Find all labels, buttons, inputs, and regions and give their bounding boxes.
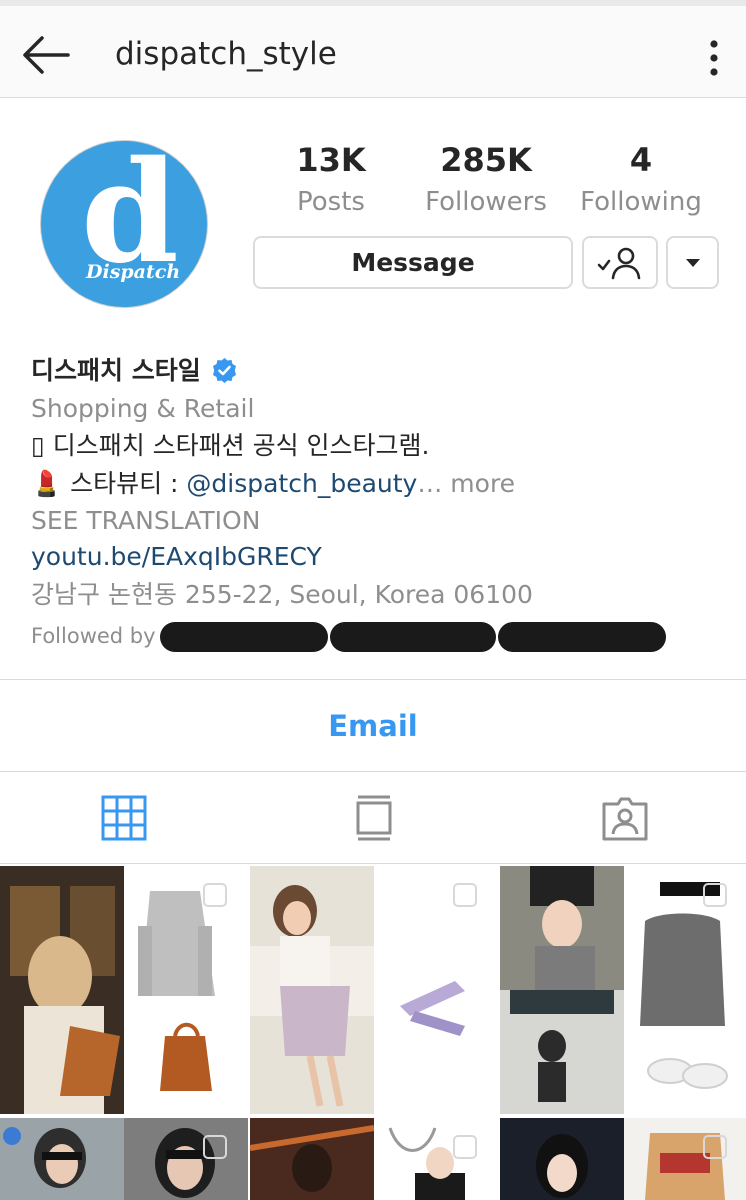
post-image: [500, 1118, 746, 1200]
bio-line-2: 💄 스타뷰티 : @dispatch_beauty… more: [31, 465, 731, 502]
mention-link[interactable]: @dispatch_beauty: [186, 469, 417, 498]
post-thumbnail[interactable]: [250, 1118, 498, 1200]
bio-line-2-prefix: 💄 스타뷰티 :: [31, 469, 187, 498]
more-options-icon[interactable]: [698, 36, 730, 80]
followed-by-label: Followed by: [31, 624, 156, 648]
following-label: Following: [580, 187, 702, 217]
post-thumbnail[interactable]: [500, 866, 746, 1114]
top-bar: dispatch_style: [0, 0, 746, 98]
see-translation-link[interactable]: SEE TRANSLATION: [31, 502, 731, 539]
post-image: [250, 1118, 498, 1200]
posts-label: Posts: [297, 187, 365, 217]
post-thumbnail[interactable]: [250, 866, 498, 1114]
contact-bar: Email: [0, 680, 746, 772]
more-link[interactable]: more: [442, 469, 515, 498]
following-button[interactable]: [582, 236, 658, 289]
followers-stat[interactable]: 285K Followers: [406, 140, 566, 224]
followed-by-row[interactable]: Followed by: [31, 618, 731, 655]
following-count: 4: [629, 141, 653, 179]
avatar[interactable]: d news Dispatch: [40, 140, 208, 308]
profile-name: 디스패치 스타일: [31, 356, 201, 385]
verified-badge-icon: [212, 358, 236, 383]
post-image: [0, 866, 248, 1114]
following-user-icon: [597, 247, 641, 279]
profile-category: Shopping & Retail: [31, 394, 255, 423]
followers-label: Followers: [425, 187, 547, 217]
grid-icon[interactable]: [100, 794, 148, 842]
email-button[interactable]: Email: [328, 709, 417, 743]
profile-name-row: 디스패치 스타일: [31, 352, 731, 389]
following-stat[interactable]: 4 Following: [561, 140, 721, 224]
profile-tabs: [0, 772, 746, 864]
followers-count: 285K: [440, 141, 532, 179]
redacted-name: [159, 621, 328, 652]
posts-grid: [0, 866, 746, 1200]
post-image: [500, 866, 746, 1114]
redacted-name: [497, 621, 666, 652]
tagged-icon[interactable]: [601, 794, 649, 842]
page-title: dispatch_style: [115, 36, 337, 72]
post-image: [0, 1118, 248, 1200]
suggestions-dropdown-button[interactable]: [666, 236, 719, 289]
post-thumbnail[interactable]: [500, 1118, 746, 1200]
chevron-down-icon: [685, 258, 700, 267]
posts-count: 13K: [296, 141, 366, 179]
avatar-brand: Dispatch: [86, 261, 181, 283]
back-arrow-icon[interactable]: [18, 32, 74, 78]
avatar-small-text: news: [139, 171, 161, 221]
post-thumbnail[interactable]: [0, 866, 248, 1114]
post-thumbnail[interactable]: [0, 1118, 248, 1200]
message-button[interactable]: Message: [253, 236, 573, 289]
feed-icon[interactable]: [350, 794, 398, 842]
address-text[interactable]: 강남구 논현동 255-22, Seoul, Korea 06100: [31, 576, 731, 613]
ellipsis: …: [417, 469, 443, 498]
website-link[interactable]: youtu.be/EAxqIbGRECY: [31, 538, 731, 575]
redacted-name: [329, 621, 496, 652]
divider: [0, 863, 746, 864]
posts-stat[interactable]: 13K Posts: [251, 140, 411, 224]
bio-line-1: ▯ 디스패치 스타패션 공식 인스타그램.: [31, 431, 430, 460]
post-image: [250, 866, 498, 1114]
